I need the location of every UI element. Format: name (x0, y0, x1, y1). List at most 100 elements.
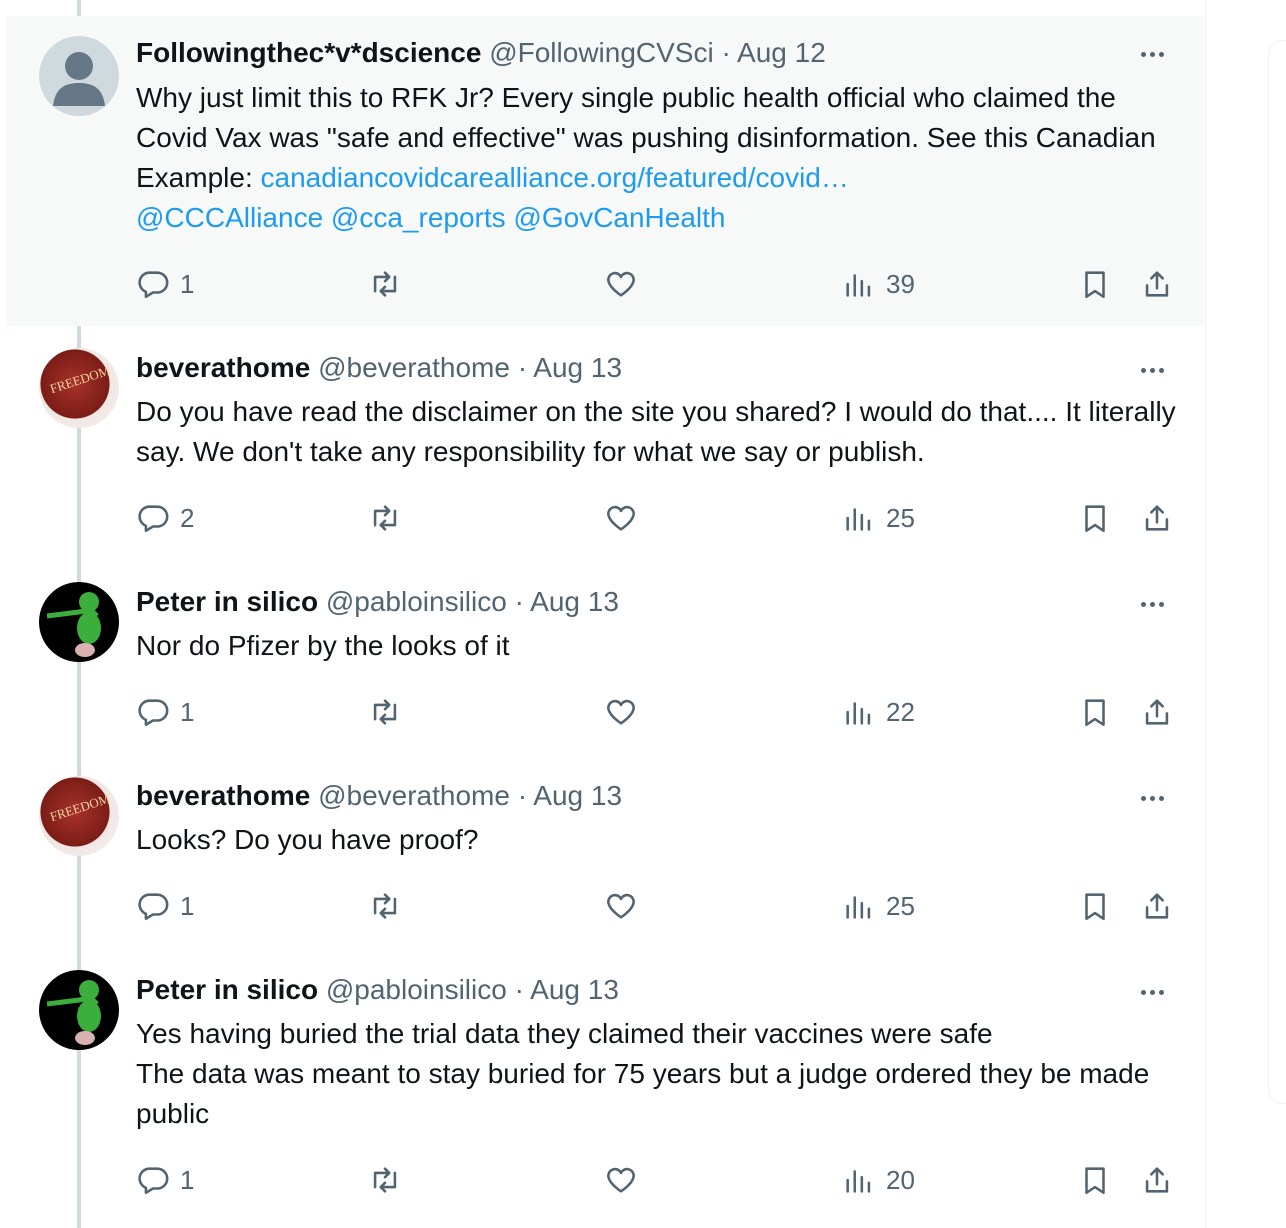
display-name[interactable]: Followingthec*v*dscience (136, 37, 481, 68)
retweet-button[interactable] (368, 498, 402, 538)
heart-icon (607, 271, 635, 297)
tweet-header: beverathome @beverathome · Aug 13 (136, 779, 622, 813)
display-name[interactable]: beverathome (136, 352, 310, 383)
share-button[interactable] (1140, 264, 1174, 304)
display-name[interactable]: Peter in silico (136, 974, 318, 1005)
avatar[interactable] (39, 36, 119, 116)
tweet-date[interactable]: Aug 13 (533, 352, 622, 383)
views-icon (846, 1170, 871, 1193)
reply-button[interactable]: 1 (136, 1160, 194, 1200)
avatar[interactable]: FREEDOM (39, 776, 119, 856)
reply-count: 1 (180, 268, 195, 299)
tweet[interactable]: FREEDOM beverathome @beverathome · Aug 1… (6, 754, 1204, 948)
tweet-text: Yes having buried the trial data they cl… (136, 1018, 1150, 1129)
tweet-actions: 1 25 (136, 886, 1186, 926)
user-handle[interactable]: @FollowingCVSci (489, 37, 714, 68)
more-options-icon[interactable] (1134, 44, 1170, 64)
bookmark-button[interactable] (1078, 692, 1112, 732)
like-button[interactable] (604, 692, 638, 732)
views-button[interactable]: 25 (842, 886, 915, 926)
reply-button[interactable]: 2 (136, 498, 194, 538)
retweet-button[interactable] (368, 692, 402, 732)
views-count: 25 (886, 502, 915, 533)
share-icon (1145, 505, 1169, 531)
tweet-date[interactable]: Aug 13 (533, 780, 622, 811)
share-icon (1145, 1167, 1169, 1193)
share-icon (1145, 271, 1169, 297)
tweet-text: Nor do Pfizer by the looks of it (136, 630, 510, 661)
like-button[interactable] (604, 264, 638, 304)
reply-button[interactable]: 1 (136, 264, 194, 304)
tweet-mentions[interactable]: @CCCAlliance @cca_reports @GovCanHealth (136, 202, 726, 233)
avatar[interactable]: FREEDOM (39, 348, 119, 428)
bookmark-button[interactable] (1078, 886, 1112, 926)
avatar-book-title: FREEDOM (48, 362, 112, 397)
separator: · (517, 352, 528, 383)
tweet-text: Do you have read the disclaimer on the s… (136, 396, 1176, 467)
tweet-link[interactable]: canadiancovidcarealliance.org/featured/c… (261, 162, 849, 193)
bookmark-icon (1085, 505, 1105, 533)
share-button[interactable] (1140, 498, 1174, 538)
views-icon (846, 896, 871, 919)
user-handle[interactable]: @beverathome (318, 352, 510, 383)
separator: · (517, 780, 528, 811)
tweet[interactable]: FREEDOM beverathome @beverathome · Aug 1… (6, 326, 1204, 560)
bookmark-button[interactable] (1078, 1160, 1112, 1200)
tweet-actions: 1 39 (136, 264, 1186, 304)
views-button[interactable]: 20 (842, 1160, 915, 1200)
views-count: 22 (886, 696, 915, 727)
bookmark-icon (1085, 1167, 1105, 1195)
retweet-button[interactable] (368, 264, 402, 304)
heart-icon (607, 505, 635, 531)
tweet-date[interactable]: Aug 13 (530, 586, 619, 617)
reply-button[interactable]: 1 (136, 692, 194, 732)
user-handle[interactable]: @pabloinsilico (326, 586, 507, 617)
retweet-button[interactable] (368, 886, 402, 926)
more-options-icon[interactable] (1134, 360, 1170, 380)
share-icon (1145, 699, 1169, 725)
reply-button[interactable]: 1 (136, 886, 194, 926)
alien-figure-icon (46, 980, 101, 1045)
more-options-icon[interactable] (1134, 982, 1170, 1002)
avatar-book-title: FREEDOM (48, 790, 112, 825)
user-handle[interactable]: @beverathome (318, 780, 510, 811)
display-name[interactable]: beverathome (136, 780, 310, 811)
reply-count: 1 (180, 696, 195, 727)
separator: · (721, 37, 731, 68)
tweet-date[interactable]: Aug 12 (737, 37, 826, 68)
avatar[interactable] (39, 970, 119, 1050)
user-handle[interactable]: @pabloinsilico (326, 974, 507, 1005)
bookmark-icon (1085, 893, 1105, 921)
share-button[interactable] (1140, 1160, 1174, 1200)
views-button[interactable]: 25 (842, 498, 915, 538)
display-name[interactable]: Peter in silico (136, 586, 318, 617)
like-button[interactable] (604, 498, 638, 538)
share-button[interactable] (1140, 886, 1174, 926)
tweet-date[interactable]: Aug 13 (530, 974, 619, 1005)
heart-icon (607, 893, 635, 919)
views-count: 20 (886, 1164, 915, 1195)
retweet-button[interactable] (368, 1160, 402, 1200)
views-button[interactable]: 39 (842, 264, 915, 304)
tweet-actions: 2 25 (136, 498, 1186, 538)
like-button[interactable] (604, 1160, 638, 1200)
default-user-icon (53, 52, 105, 106)
tweet-text: Looks? Do you have proof? (136, 824, 479, 855)
more-options-icon[interactable] (1134, 788, 1170, 808)
views-icon (846, 274, 871, 297)
bookmark-button[interactable] (1078, 264, 1112, 304)
tweet[interactable]: Peter in silico @pabloinsilico · Aug 13 … (6, 560, 1204, 754)
tweet[interactable]: Followingthec*v*dscience @FollowingCVSci… (6, 16, 1204, 326)
retweet-icon (373, 505, 397, 531)
tweet[interactable]: Peter in silico @pabloinsilico · Aug 13 … (6, 948, 1204, 1228)
share-button[interactable] (1140, 692, 1174, 732)
avatar[interactable] (39, 582, 119, 662)
alien-figure-icon (46, 592, 101, 657)
like-button[interactable] (604, 886, 638, 926)
reply-count: 1 (180, 1164, 195, 1195)
views-button[interactable]: 22 (842, 692, 915, 732)
more-options-icon[interactable] (1134, 594, 1170, 614)
share-icon (1145, 893, 1169, 919)
bookmark-button[interactable] (1078, 498, 1112, 538)
tweet-header: beverathome @beverathome · Aug 13 (136, 351, 622, 385)
